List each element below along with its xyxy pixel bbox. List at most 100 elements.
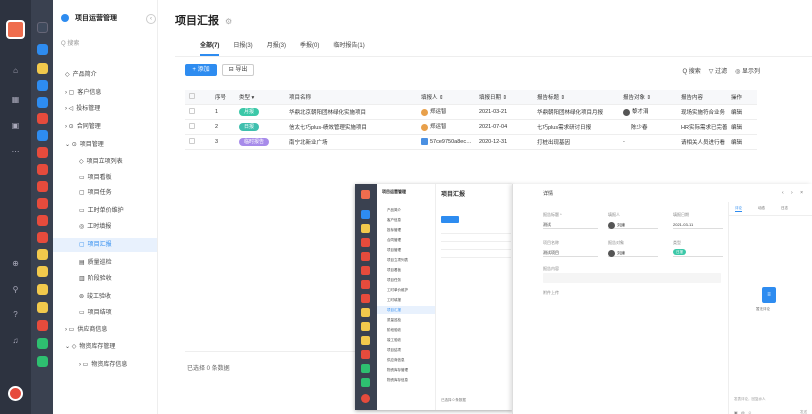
project-name[interactable]: 南宁北新业广场 xyxy=(285,134,417,150)
app-icon[interactable] xyxy=(37,320,48,331)
send-button[interactable]: 发送 xyxy=(800,410,807,414)
sidebar-item[interactable]: ▢ 项目汇报 xyxy=(53,238,157,252)
drawer-nav[interactable]: ‹ › × xyxy=(782,190,806,196)
tab-4[interactable]: 临时报告(1) xyxy=(333,40,364,56)
bell-icon[interactable]: ♫ xyxy=(9,336,22,346)
export-button[interactable]: ⊟ 导出 xyxy=(222,64,254,76)
edit-link[interactable]: 编辑 xyxy=(727,104,757,120)
app-icon[interactable] xyxy=(37,147,48,158)
column-header[interactable] xyxy=(185,90,211,105)
sidebar-item[interactable]: ⌄ ◇ 物资库存管理 xyxy=(53,340,157,354)
reporter-field[interactable]: 刘建 xyxy=(608,220,658,229)
project-name[interactable]: 华鼎北京朝阳团林绿化实施项目 xyxy=(285,104,417,120)
add-button[interactable]: + 添加 xyxy=(185,64,217,76)
sidebar-item[interactable]: › ▭ 供应商信息 xyxy=(53,323,157,337)
sidebar-item[interactable]: › ▢ 客户信息 xyxy=(53,86,157,100)
doc-icon[interactable]: ▣ xyxy=(9,121,22,131)
sidebar-item[interactable]: › ▭ 物资库存信息 xyxy=(53,358,157,372)
project-name-field[interactable]: 测试项目 xyxy=(543,248,598,257)
sidebar-item[interactable]: ⊚ 竣工验收 xyxy=(53,290,157,304)
table-row[interactable]: 2 日报 信太七巧plus-绩效管理实施项目 郑运智 2021-07-04 七巧plus需… xyxy=(185,119,757,135)
sidebar-item[interactable]: ▢ 项目任务 xyxy=(53,186,157,200)
sidebar-item[interactable]: ▥ 阶段验收 xyxy=(53,272,157,286)
display-columns-button[interactable]: ◎ 显示列 xyxy=(735,66,760,75)
sidebar-item[interactable]: ⌄ ⊙ 项目管理 xyxy=(53,138,157,152)
app-logo[interactable] xyxy=(6,20,25,39)
sidebar-item[interactable]: › ⊙ 合同管理 xyxy=(53,120,157,134)
at-icon[interactable]: @ xyxy=(741,410,748,414)
report-type-field[interactable]: 日报 xyxy=(673,248,723,257)
project-name[interactable]: 信太七巧plus-绩效管理实施项目 xyxy=(285,119,417,135)
app-icon[interactable] xyxy=(37,302,48,313)
edit-link[interactable]: 编辑 xyxy=(727,134,757,150)
row-checkbox[interactable] xyxy=(189,137,195,144)
filter-button[interactable]: ▽ 过滤 xyxy=(709,66,727,75)
app-icon[interactable] xyxy=(37,356,48,367)
add-icon[interactable]: ⊕ xyxy=(9,259,22,269)
edit-link[interactable]: 编辑 xyxy=(727,119,757,135)
tab-comments[interactable]: 评论 xyxy=(735,206,742,212)
column-header[interactable]: 报告标题 ⇕ xyxy=(533,90,619,105)
tab-activity[interactable]: 动态 xyxy=(758,206,765,212)
report-content-field[interactable] xyxy=(543,273,721,283)
app-icon[interactable] xyxy=(37,215,48,226)
report-target-field[interactable]: 刘建 xyxy=(608,248,658,257)
tab-log[interactable]: 日志 xyxy=(781,206,788,212)
table-row[interactable]: 3 临时报告 南宁北新业广场 57ce9750a8ec… 2020-12-31 打桩出现基… xyxy=(185,134,757,150)
sidebar-item[interactable]: ▭ 项目结项 xyxy=(53,306,157,320)
more-icon[interactable]: ⋯ xyxy=(9,147,22,157)
collapse-sidebar-button[interactable]: ‹ xyxy=(146,14,156,24)
sidebar-item[interactable]: ▤ 质量巡检 xyxy=(53,256,157,270)
row-checkbox[interactable] xyxy=(189,107,195,114)
sidebar-item[interactable]: ◇ 产品简介 xyxy=(53,68,157,82)
app-icon[interactable] xyxy=(37,164,48,175)
sidebar-item[interactable]: ◎ 工时填报 xyxy=(53,220,157,234)
search-icon[interactable]: ⚲ xyxy=(9,285,22,295)
row-checkbox-cell[interactable] xyxy=(185,134,211,150)
tab-0[interactable]: 全部(7) xyxy=(200,40,220,56)
home-icon[interactable]: ⌂ xyxy=(9,66,22,76)
sidebar-item[interactable]: ▭ 工时单价维护 xyxy=(53,204,157,218)
sidebar-item[interactable]: ◇ 项目立项列表 xyxy=(53,155,157,169)
grid-icon[interactable]: ▦ xyxy=(9,95,22,105)
app-icon[interactable] xyxy=(37,198,48,209)
row-checkbox-cell[interactable] xyxy=(185,119,211,135)
sidebar-item[interactable]: › ◁ 投标管理 xyxy=(53,102,157,116)
report-title-field[interactable]: 测试 xyxy=(543,220,598,229)
app-icon[interactable] xyxy=(37,266,48,277)
app-icon[interactable] xyxy=(37,130,48,141)
column-header[interactable]: 填报日期 ⇕ xyxy=(475,90,533,105)
search-button[interactable]: Q 搜索 xyxy=(682,66,700,75)
tab-1[interactable]: 日报(3) xyxy=(233,40,252,56)
column-header[interactable]: 填报人 ⇕ xyxy=(417,90,475,105)
apps-grid-icon[interactable] xyxy=(37,22,48,33)
app-icon[interactable] xyxy=(37,63,48,74)
app-icon[interactable] xyxy=(37,284,48,295)
column-header[interactable]: 操作 xyxy=(727,90,757,105)
app-icon[interactable] xyxy=(37,232,48,243)
help-icon[interactable]: ? xyxy=(9,310,22,320)
app-icon[interactable] xyxy=(37,113,48,124)
column-header[interactable]: 报告对象 ⇕ xyxy=(619,90,677,105)
row-checkbox[interactable] xyxy=(189,122,195,129)
app-icon[interactable] xyxy=(37,80,48,91)
emoji-icon[interactable]: ☺ xyxy=(748,410,755,414)
row-checkbox-cell[interactable] xyxy=(185,104,211,120)
sidebar-search[interactable]: Q 搜索 xyxy=(61,38,151,47)
sidebar-item[interactable]: ▭ 项目看板 xyxy=(53,171,157,185)
tab-3[interactable]: 季报(0) xyxy=(300,40,319,56)
settings-icon[interactable]: ⚙ xyxy=(225,17,232,26)
app-icon[interactable] xyxy=(37,249,48,260)
column-header[interactable]: 项目名称 xyxy=(285,90,417,105)
select-all-checkbox[interactable] xyxy=(189,92,195,99)
user-avatar[interactable] xyxy=(8,386,23,401)
app-icon[interactable] xyxy=(37,44,48,55)
app-icon[interactable] xyxy=(37,181,48,192)
tab-2[interactable]: 月报(3) xyxy=(267,40,286,56)
report-date-field[interactable]: 2021-03-11 xyxy=(673,220,723,229)
app-icon[interactable] xyxy=(37,338,48,349)
comment-input[interactable]: 发表评论，回复@人 xyxy=(734,397,766,402)
column-header[interactable]: 报告内容 xyxy=(677,90,727,105)
column-header[interactable]: 类型 ▾ xyxy=(235,90,285,105)
app-icon[interactable] xyxy=(37,97,48,108)
